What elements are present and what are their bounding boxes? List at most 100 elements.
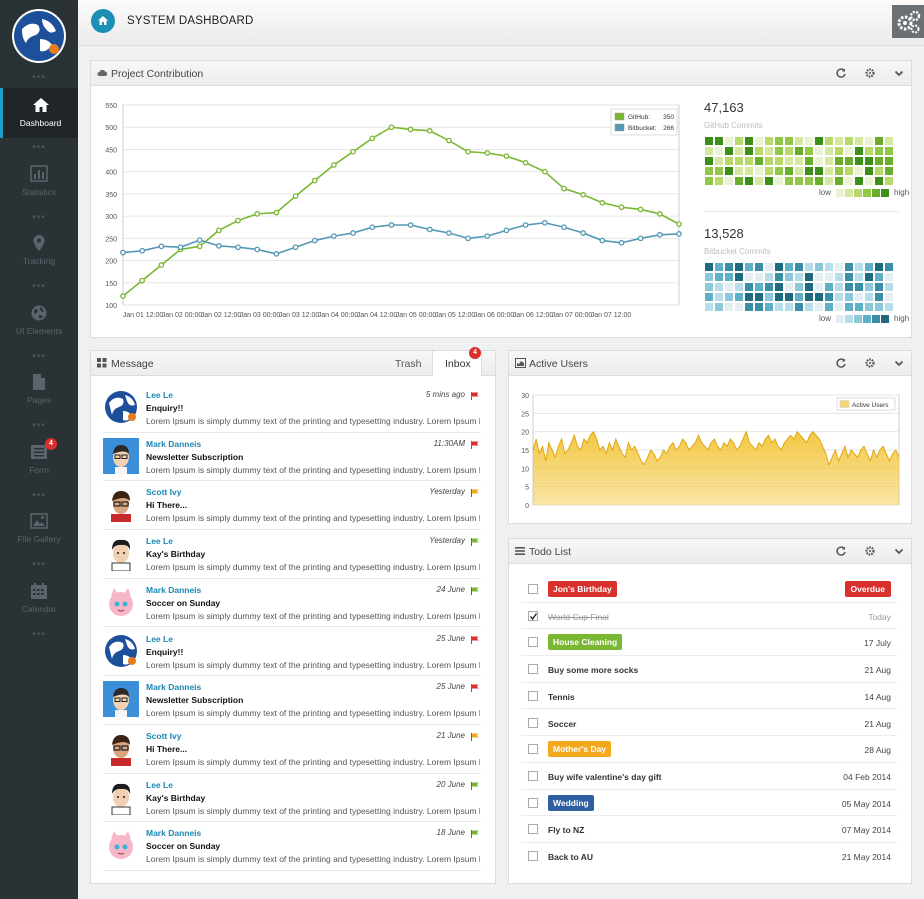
- data-point-github[interactable]: [369, 135, 376, 142]
- message-item[interactable]: Mark Danneis Soccer on Sunday Lorem Ipsum …: [103, 822, 481, 871]
- app-logo[interactable]: [12, 9, 66, 63]
- flag-icon[interactable]: [471, 683, 479, 693]
- heatmap-cell[interactable]: [805, 157, 813, 165]
- heatmap-cell[interactable]: [875, 167, 883, 175]
- heatmap-cell[interactable]: [865, 147, 873, 155]
- todo-checkbox[interactable]: [528, 637, 538, 648]
- heatmap-cell[interactable]: [815, 293, 823, 301]
- heatmap-cell[interactable]: [795, 293, 803, 301]
- data-point-github[interactable]: [426, 127, 433, 134]
- data-point-bitbucket[interactable]: [120, 249, 126, 256]
- heatmap-cell[interactable]: [755, 273, 763, 281]
- heatmap-cell[interactable]: [755, 293, 763, 301]
- heatmap-cell[interactable]: [775, 157, 783, 165]
- heatmap-cell[interactable]: [715, 283, 723, 291]
- heatmap-cell[interactable]: [825, 273, 833, 281]
- heatmap-cell[interactable]: [715, 293, 723, 301]
- heatmap-cell[interactable]: [785, 263, 793, 271]
- avatar[interactable]: [103, 681, 139, 718]
- heatmap-cell[interactable]: [735, 273, 743, 281]
- message-item[interactable]: Mark Danneis Soccer on Sunday Lorem Ipsum …: [103, 579, 481, 628]
- heatmap-cell[interactable]: [745, 273, 753, 281]
- heatmap-cell[interactable]: [765, 147, 773, 155]
- data-point-github[interactable]: [484, 150, 491, 156]
- heatmap-cell[interactable]: [845, 167, 853, 175]
- heatmap-cell[interactable]: [855, 303, 863, 311]
- data-point-github[interactable]: [599, 199, 606, 206]
- data-point-bitbucket[interactable]: [426, 226, 433, 233]
- avatar[interactable]: [103, 437, 139, 474]
- heatmap-cell[interactable]: [815, 137, 823, 145]
- data-point-github[interactable]: [637, 206, 644, 213]
- heatmap-cell[interactable]: [855, 147, 863, 155]
- data-point-github[interactable]: [522, 159, 529, 166]
- heatmap-cell[interactable]: [775, 283, 783, 291]
- flag-icon[interactable]: [471, 586, 479, 595]
- heatmap-cell[interactable]: [855, 137, 863, 145]
- heatmap-cell[interactable]: [755, 263, 763, 271]
- heatmap-cell[interactable]: [765, 157, 773, 165]
- heatmap-cell[interactable]: [795, 157, 803, 165]
- heatmap-cell[interactable]: [885, 157, 893, 165]
- heatmap-cell[interactable]: [885, 303, 893, 311]
- heatmap-cell[interactable]: [885, 293, 893, 301]
- data-point-github[interactable]: [196, 243, 203, 250]
- heatmap-cell[interactable]: [785, 293, 793, 301]
- heatmap-cell[interactable]: [725, 157, 733, 165]
- data-point-github[interactable]: [580, 191, 586, 198]
- data-point-github[interactable]: [158, 262, 165, 268]
- tab-inbox[interactable]: Inbox 4: [432, 347, 482, 376]
- data-point-bitbucket[interactable]: [446, 230, 452, 236]
- heatmap-cell[interactable]: [825, 137, 833, 145]
- data-point-bitbucket[interactable]: [196, 237, 203, 243]
- heatmap-cell[interactable]: [855, 263, 863, 271]
- heatmap-cell[interactable]: [755, 177, 763, 185]
- todo-item[interactable]: Buy wife valentine's day gift 04 Feb 2014: [521, 763, 897, 790]
- heatmap-cell[interactable]: [865, 273, 873, 281]
- todo-item[interactable]: Fly to NZ 07 May 2014: [521, 816, 897, 843]
- data-point-github[interactable]: [292, 193, 299, 199]
- todo-item[interactable]: World Cup Final Today: [521, 603, 897, 630]
- heatmap-cell[interactable]: [715, 273, 723, 281]
- heatmap-cell[interactable]: [855, 283, 863, 291]
- refresh-icon[interactable]: [835, 545, 847, 557]
- data-point-bitbucket[interactable]: [599, 237, 606, 244]
- heatmap-cell[interactable]: [725, 273, 733, 281]
- heatmap-cell[interactable]: [825, 177, 833, 185]
- heatmap-cell[interactable]: [835, 137, 843, 145]
- heatmap-cell[interactable]: [805, 177, 813, 185]
- heatmap-cell[interactable]: [885, 177, 893, 185]
- data-point-bitbucket[interactable]: [637, 235, 644, 242]
- flag-icon[interactable]: [471, 537, 479, 547]
- heatmap-cell[interactable]: [865, 263, 873, 271]
- data-point-bitbucket[interactable]: [235, 244, 241, 251]
- heatmap-cell[interactable]: [765, 137, 773, 145]
- message-sender[interactable]: Scott Ivy: [146, 731, 181, 741]
- data-point-github[interactable]: [676, 221, 682, 227]
- heatmap-cell[interactable]: [865, 157, 873, 165]
- todo-checkbox[interactable]: [528, 770, 538, 781]
- heatmap-cell[interactable]: [785, 303, 793, 311]
- todo-checkbox[interactable]: [528, 610, 538, 621]
- heatmap-cell[interactable]: [805, 167, 813, 175]
- heatmap-cell[interactable]: [845, 273, 853, 281]
- heatmap-cell[interactable]: [875, 177, 883, 185]
- heatmap-cell[interactable]: [875, 263, 883, 271]
- flag-icon[interactable]: [471, 488, 479, 498]
- heatmap-cell[interactable]: [785, 167, 793, 175]
- heatmap-cell[interactable]: [795, 263, 803, 271]
- data-point-bitbucket[interactable]: [177, 244, 184, 251]
- message-sender[interactable]: Lee Le: [146, 536, 173, 546]
- heatmap-cell[interactable]: [805, 263, 813, 271]
- heatmap-cell[interactable]: [725, 283, 733, 291]
- heatmap-cell[interactable]: [725, 303, 733, 311]
- heatmap-cell[interactable]: [765, 263, 773, 271]
- heatmap-cell[interactable]: [745, 283, 753, 291]
- heatmap-cell[interactable]: [715, 137, 723, 145]
- heatmap-cell[interactable]: [785, 137, 793, 145]
- data-point-github[interactable]: [350, 148, 356, 155]
- data-point-github[interactable]: [407, 126, 414, 133]
- data-point-github[interactable]: [503, 153, 510, 159]
- heatmap-cell[interactable]: [865, 303, 873, 311]
- data-point-bitbucket[interactable]: [484, 233, 491, 239]
